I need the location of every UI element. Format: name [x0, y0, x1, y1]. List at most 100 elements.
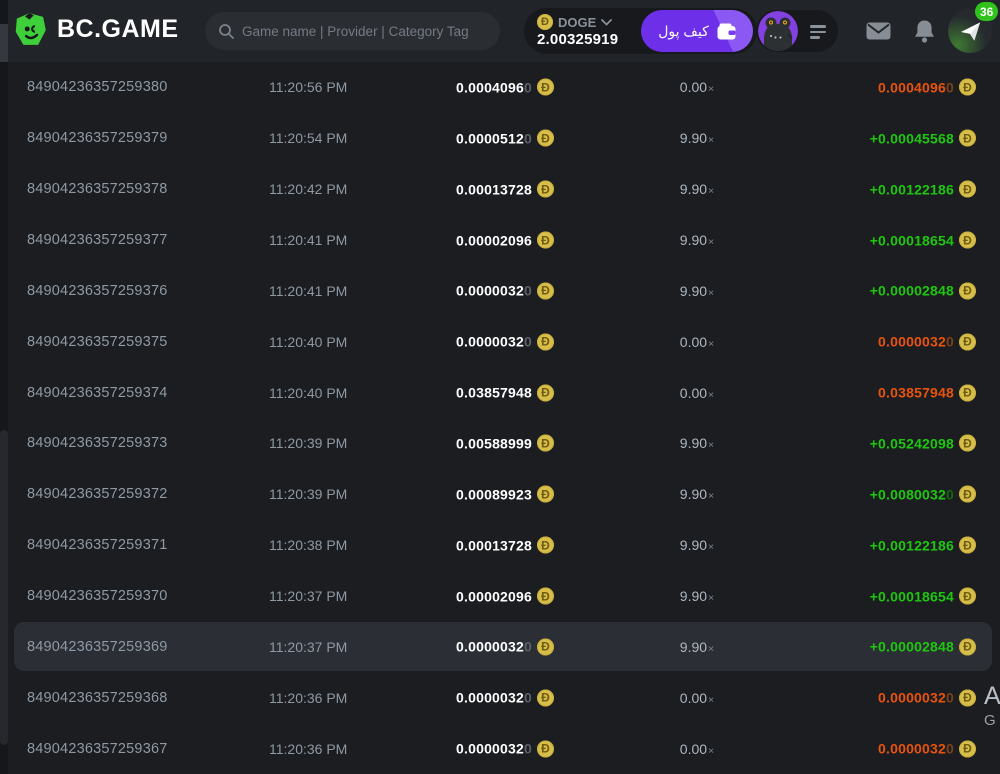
doge-coin-icon: Ð — [959, 537, 976, 554]
brand-logo[interactable]: BC.GAME — [13, 12, 179, 47]
bet-id: 84904236357259369 — [27, 639, 168, 655]
table-row[interactable]: 84904236357259379 11:20:54 PM 0.00005120… — [8, 113, 1000, 164]
bet-id: 84904236357259377 — [27, 232, 168, 248]
multiplier: 9.90× — [680, 435, 714, 451]
bet-id: 84904236357259370 — [27, 588, 168, 604]
chevron-down-icon — [601, 19, 612, 26]
payout-amount: +0.05242098 Ð — [870, 435, 976, 452]
bet-id: 84904236357259367 — [27, 741, 168, 757]
multiplier: 0.00× — [680, 79, 714, 95]
wallet-button[interactable]: كيف پول — [641, 10, 753, 52]
times-symbol: × — [708, 541, 714, 553]
wallet-balance: 2.00325919 — [537, 31, 618, 48]
brand-name: BC.GAME — [57, 15, 179, 44]
doge-coin-icon: Ð — [537, 486, 554, 503]
payout-amount: 0.00040960 Ð — [878, 79, 976, 96]
doge-coin-icon: Ð — [537, 740, 554, 757]
times-symbol: × — [708, 643, 714, 655]
bet-amount: 0.00089923 Ð — [456, 486, 554, 503]
table-row[interactable]: 84904236357259376 11:20:41 PM 0.00000320… — [8, 265, 1000, 316]
mail-icon[interactable] — [866, 0, 891, 62]
doge-coin-icon: Ð — [959, 435, 976, 452]
multiplier: 0.00× — [680, 690, 714, 706]
payout-amount: 0.00000320 Ð — [878, 333, 976, 350]
payout-amount: +0.00002848 Ð — [870, 282, 976, 299]
scrollbar-thumb[interactable] — [0, 430, 8, 745]
bet-list-menu-icon[interactable] — [810, 25, 826, 39]
doge-coin-icon: Ð — [959, 282, 976, 299]
multiplier: 0.00× — [680, 741, 714, 757]
payout-amount: 0.00000320 Ð — [878, 740, 976, 757]
clipped-background-text-1: A — [984, 682, 1000, 711]
doge-coin-icon: Ð — [537, 588, 554, 605]
doge-coin-icon: Ð — [537, 537, 554, 554]
multiplier: 9.90× — [680, 588, 714, 604]
wallet-button-label: كيف پول — [658, 23, 709, 40]
table-row[interactable]: 84904236357259369 11:20:37 PM 0.00000320… — [8, 621, 1000, 672]
table-row[interactable]: 84904236357259375 11:20:40 PM 0.00000320… — [8, 316, 1000, 367]
bet-id: 84904236357259375 — [27, 334, 168, 350]
search-input[interactable] — [242, 24, 487, 39]
times-symbol: × — [708, 745, 714, 757]
bet-id: 84904236357259368 — [27, 690, 168, 706]
bet-amount: 0.00000320 Ð — [456, 740, 554, 757]
bet-table: 84904236357259380 11:20:56 PM 0.00040960… — [8, 62, 1000, 774]
times-symbol: × — [708, 694, 714, 706]
table-row[interactable]: 84904236357259371 11:20:38 PM 0.00013728… — [8, 520, 1000, 571]
multiplier: 9.90× — [680, 283, 714, 299]
payout-amount: +0.00018654 Ð — [870, 232, 976, 249]
bet-amount: 0.00013728 Ð — [456, 181, 554, 198]
times-symbol: × — [708, 592, 714, 604]
doge-coin-icon: Ð — [537, 333, 554, 350]
table-row[interactable]: 84904236357259373 11:20:39 PM 0.00588999… — [8, 418, 1000, 469]
table-row[interactable]: 84904236357259380 11:20:56 PM 0.00040960… — [8, 62, 1000, 113]
doge-coin-icon: Ð — [959, 333, 976, 350]
bet-time: 11:20:39 PM — [269, 435, 347, 451]
bet-id: 84904236357259373 — [27, 435, 168, 451]
table-row[interactable]: 84904236357259378 11:20:42 PM 0.00013728… — [8, 164, 1000, 215]
bet-amount: 0.00000320 Ð — [456, 282, 554, 299]
multiplier: 9.90× — [680, 232, 714, 248]
table-row[interactable]: 84904236357259370 11:20:37 PM 0.00002096… — [8, 571, 1000, 622]
game-search[interactable] — [205, 12, 500, 50]
left-scrollbar-track — [0, 0, 8, 774]
multiplier: 9.90× — [680, 486, 714, 502]
payout-amount: +0.00045568 Ð — [870, 130, 976, 147]
doge-coin-icon: Ð — [537, 181, 554, 198]
table-row[interactable]: 84904236357259377 11:20:41 PM 0.00002096… — [8, 215, 1000, 266]
bet-amount: 0.00000320 Ð — [456, 638, 554, 655]
bet-id: 84904236357259379 — [27, 130, 168, 146]
doge-coin-icon: Ð — [959, 689, 976, 706]
table-row[interactable]: 84904236357259367 11:20:36 PM 0.00000320… — [8, 723, 1000, 774]
doge-coin-icon: Ð — [959, 181, 976, 198]
doge-coin-icon: Ð — [959, 130, 976, 147]
doge-coin-icon: Ð — [537, 14, 553, 30]
multiplier: 0.00× — [680, 385, 714, 401]
doge-coin-icon: Ð — [959, 384, 976, 401]
doge-coin-icon: Ð — [537, 435, 554, 452]
doge-coin-icon: Ð — [959, 486, 976, 503]
bet-time: 11:20:39 PM — [269, 486, 347, 502]
multiplier: 9.90× — [680, 130, 714, 146]
bet-amount: 0.00000320 Ð — [456, 689, 554, 706]
doge-coin-icon: Ð — [959, 740, 976, 757]
payout-amount: +0.00122186 Ð — [870, 181, 976, 198]
times-symbol: × — [708, 185, 714, 197]
doge-coin-icon: Ð — [537, 638, 554, 655]
notifications-bell-icon[interactable] — [914, 0, 935, 62]
multiplier: 9.90× — [680, 537, 714, 553]
search-icon — [218, 23, 234, 39]
table-row[interactable]: 84904236357259374 11:20:40 PM 0.03857948… — [8, 367, 1000, 418]
scrollbar-top-segment — [0, 24, 8, 62]
table-row[interactable]: 84904236357259368 11:20:36 PM 0.00000320… — [8, 672, 1000, 723]
bet-amount: 0.00588999 Ð — [456, 435, 554, 452]
user-avatar[interactable] — [758, 11, 798, 51]
bet-time: 11:20:41 PM — [269, 283, 347, 299]
clipped-background-text-2: G — [984, 712, 996, 729]
bet-id: 84904236357259378 — [27, 181, 168, 197]
times-symbol: × — [708, 389, 714, 401]
doge-coin-icon: Ð — [537, 79, 554, 96]
payout-amount: +0.00018654 Ð — [870, 588, 976, 605]
multiplier: 9.90× — [680, 639, 714, 655]
table-row[interactable]: 84904236357259372 11:20:39 PM 0.00089923… — [8, 469, 1000, 520]
